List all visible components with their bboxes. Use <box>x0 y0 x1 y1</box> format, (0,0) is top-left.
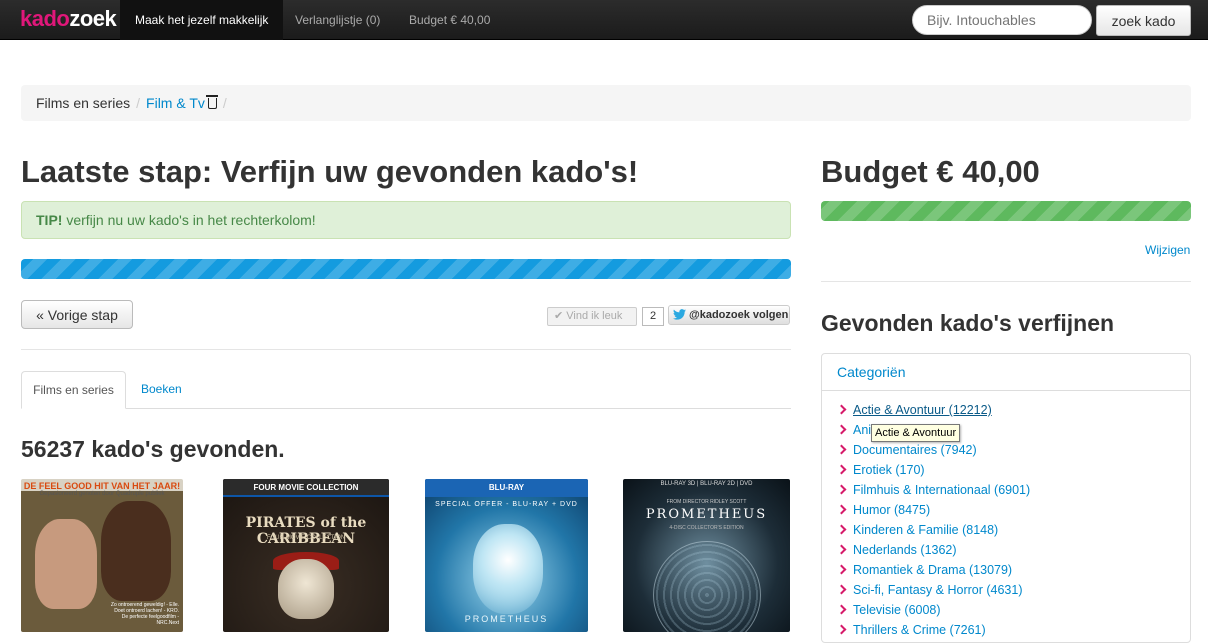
nav-item-wishlist[interactable]: Verlanglijstje (0) <box>280 0 395 40</box>
chevron-right-icon <box>836 424 847 435</box>
category-item[interactable]: Kinderen & Familie (8148) <box>836 520 1190 540</box>
category-item[interactable]: Thrillers & Crime (7261) <box>836 620 1190 640</box>
category-item[interactable]: Romantiek & Drama (13079) <box>836 560 1190 580</box>
twitter-bird-icon <box>673 309 686 320</box>
cover-orb <box>653 541 761 632</box>
breadcrumb-item-films: Films en series <box>36 95 131 111</box>
chevron-right-icon <box>836 504 847 515</box>
category-label: Thrillers & Crime (7261) <box>853 623 986 637</box>
breadcrumb-separator: / <box>136 95 141 111</box>
category-label: Kinderen & Familie (8148) <box>853 523 999 537</box>
cover-subtagline: Gepasioneerd genoten door Quadruple publ… <box>39 491 165 497</box>
category-item[interactable]: Nederlands (1362) <box>836 540 1190 560</box>
like-check-icon: ✔ <box>554 310 564 322</box>
tip-label: TIP! <box>36 212 63 228</box>
tip-alert: TIP! verfijn nu uw kado's in het rechter… <box>21 201 791 239</box>
refine-title: Gevonden kado's verfijnen <box>821 310 1115 336</box>
previous-step-button[interactable]: « Vorige stap <box>21 300 133 329</box>
cover-skull <box>278 559 334 619</box>
category-label: Nederlands (1362) <box>853 543 957 557</box>
cover-formats: BLU-RAY 3D | BLU-RAY 2D | DVD <box>660 481 753 487</box>
category-label: Romantiek & Drama (13079) <box>853 563 1013 577</box>
cover-face <box>473 524 543 614</box>
top-navbar: kadozoek Maak het jezelf makkelijk Verla… <box>0 0 1208 40</box>
chevron-right-icon <box>836 404 847 415</box>
breadcrumb-separator: / <box>222 95 227 111</box>
nav-item-budget[interactable]: Budget € 40,00 <box>394 0 505 40</box>
facebook-like-button[interactable]: ✔ Vind ik leuk <box>547 307 637 326</box>
brand-logo[interactable]: kadozoek <box>20 6 117 32</box>
category-label: Televisie (6008) <box>853 603 941 617</box>
search-input[interactable] <box>912 5 1092 35</box>
category-item[interactable]: Televisie (6008) <box>836 600 1190 620</box>
chevron-right-icon <box>836 624 847 635</box>
chevron-right-icon <box>836 604 847 615</box>
search-button[interactable]: zoek kado <box>1096 5 1191 36</box>
chevron-right-icon <box>836 564 847 575</box>
follow-label: @kadozoek volgen <box>689 309 789 321</box>
category-item[interactable]: Erotiek (170) <box>836 460 1190 480</box>
tab-films-en-series[interactable]: Films en series <box>21 371 126 409</box>
cover-offer: SPECIAL OFFER - BLU-RAY + DVD <box>435 501 578 508</box>
budget-progress-bar <box>821 201 1191 221</box>
chevron-right-icon <box>836 584 847 595</box>
tooltip: Actie & Avontuur <box>871 424 961 442</box>
cover-title: PROMETHEUS <box>464 614 549 624</box>
category-label: Erotiek (170) <box>853 463 925 477</box>
cover-edition: 4-DISC COLLECTOR'S EDITION <box>669 525 744 531</box>
cover-actor-left <box>35 519 97 609</box>
tab-boeken[interactable]: Boeken <box>141 371 182 409</box>
category-item[interactable]: Filmhuis & Internationaal (6901) <box>836 480 1190 500</box>
chevron-right-icon <box>836 464 847 475</box>
nav-item-make-it-easy[interactable]: Maak het jezelf makkelijk <box>120 0 284 40</box>
divider <box>21 349 791 350</box>
category-label: Sci-fi, Fantasy & Horror (4631) <box>853 583 1023 597</box>
product-thumbnail-prometheus-bluray[interactable]: BLU-RAY SPECIAL OFFER - BLU-RAY + DVD PR… <box>425 479 588 632</box>
cover-actor-right <box>101 501 171 601</box>
breadcrumb-item-film-tv[interactable]: Film & Tv <box>146 95 205 111</box>
categories-panel: Categoriën Actie & Avontuur (12212) Anim… <box>821 353 1191 643</box>
cover-title: PROMETHEUS <box>645 507 768 522</box>
change-budget-link[interactable]: Wijzigen <box>1145 243 1190 257</box>
like-label: Vind ik leuk <box>566 310 623 322</box>
category-item[interactable]: Humor (8475) <box>836 500 1190 520</box>
category-label: Actie & Avontuur (12212) <box>853 403 992 417</box>
page-title: Laatste stap: Verfijn uw gevonden kado's… <box>21 154 639 189</box>
category-item[interactable]: Sci-fi, Fantasy & Horror (4631) <box>836 580 1190 600</box>
product-thumbnail-pirates[interactable]: FOUR MOVIE COLLECTION PIRATES of the CAR… <box>223 479 389 632</box>
cover-bluray-bar: FOUR MOVIE COLLECTION <box>223 479 389 497</box>
cover-quote: Zo ontroerend geweldig! - Elle. Doet ont… <box>110 602 179 626</box>
tabs-baseline <box>21 408 791 409</box>
brand-part1: kado <box>20 6 70 31</box>
product-thumbnail-prometheus-3d[interactable]: BLU-RAY 3D | BLU-RAY 2D | DVD FROM DIREC… <box>623 479 790 632</box>
chevron-right-icon <box>836 444 847 455</box>
category-item[interactable]: Documentaires (7942) <box>836 440 1190 460</box>
trash-icon[interactable] <box>205 95 218 109</box>
budget-title: Budget € 40,00 <box>821 154 1040 189</box>
brand-part2: zoek <box>69 6 117 31</box>
twitter-follow-button[interactable]: @kadozoek volgen <box>668 305 790 325</box>
cover-bluray-bar: BLU-RAY <box>425 479 588 497</box>
chevron-right-icon <box>836 544 847 555</box>
cover-subtitle: FOUR-MOVIE COLLECTION <box>266 535 346 541</box>
step-progress-bar <box>21 259 791 279</box>
results-count-title: 56237 kado's gevonden. <box>21 436 285 462</box>
cover-director: FROM DIRECTOR RIDLEY SCOTT <box>666 499 747 505</box>
chevron-right-icon <box>836 484 847 495</box>
tip-text: verfijn nu uw kado's in het rechterkolom… <box>62 212 316 228</box>
cover-tagline: DE FEEL GOOD HIT VAN HET JAAR! <box>23 481 181 491</box>
like-count: 2 <box>642 307 664 326</box>
chevron-right-icon <box>836 524 847 535</box>
category-item[interactable]: Actie & Avontuur (12212) <box>836 400 1190 420</box>
divider <box>821 281 1191 282</box>
category-label: Filmhuis & Internationaal (6901) <box>853 483 1031 497</box>
breadcrumb: Films en series / Film & Tv / <box>21 85 1191 121</box>
category-label: Documentaires (7942) <box>853 443 977 457</box>
categories-header[interactable]: Categoriën <box>822 354 1190 391</box>
cover-title: PIRATES of the CARIBBEAN <box>245 515 367 547</box>
category-label: Humor (8475) <box>853 503 931 517</box>
product-thumbnail-intouchables[interactable]: DE FEEL GOOD HIT VAN HET JAAR! Gepasione… <box>21 479 183 632</box>
